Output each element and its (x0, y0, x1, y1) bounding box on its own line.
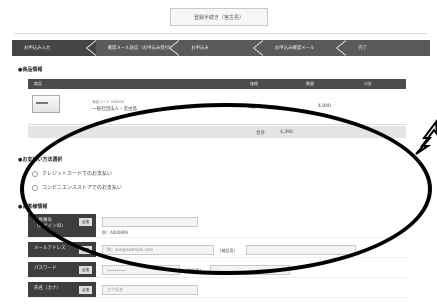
customer-heading-text: ●お客様情報 (18, 204, 48, 210)
password-confirm-field[interactable] (210, 265, 290, 275)
email-field[interactable]: 例：xxx@example.com (102, 245, 214, 255)
customer-heading: ●お客様情報 (18, 203, 47, 210)
step-3: お申込み (179, 40, 263, 56)
step-5: 完了 (346, 40, 430, 56)
step-4: お申込み確認メール (263, 40, 347, 56)
total-label: 合計 (256, 131, 265, 136)
col-product: 商品 (34, 81, 42, 86)
product-code: 商品コード 000000 (92, 100, 124, 104)
step-1-label: お申込み入力 (24, 46, 51, 51)
step-5-label: 完了 (358, 46, 368, 51)
member-no-hint: 例：A000896 (102, 230, 129, 235)
step-3-label: お申込み (191, 46, 209, 51)
col-qty: 数量 (306, 81, 314, 86)
name-label: 氏名（カナ） 必須 (28, 282, 96, 297)
products-heading-text: ●商品情報 (18, 67, 43, 73)
payment-heading: ●お支払い方法選択 (18, 156, 62, 163)
email-confirm-field[interactable] (246, 245, 356, 255)
name-label-text: 氏名（カナ） (34, 286, 61, 291)
form-row-password: パスワード 必須 •••••••• (確認用) (28, 262, 406, 278)
payment-option-convenience[interactable]: コンビニエンスストアでのお支払い (32, 184, 122, 191)
products-heading: ●商品情報 (18, 66, 42, 73)
step-4-label: お申込み確認メール (274, 46, 315, 51)
required-badge: 必須 (79, 218, 92, 226)
page-title-text: 登録手続き（宮古島） (193, 14, 244, 21)
form-row-email: メールアドレス 必須 例：xxx@example.com (確認用) (28, 242, 406, 258)
email-confirm-label: (確認用) (220, 248, 236, 253)
email-label-text: メールアドレス (34, 246, 66, 251)
required-badge: 必須 (79, 246, 92, 254)
table-row: 商品コード 000000 一般社団法人・宮古島 4,840 1個 4,840 (28, 89, 406, 125)
progress-steps: お申込み入力 確認メール送信（お申込み受付） お申込み お申込み確認メール 完了 (12, 40, 430, 56)
password-field[interactable]: •••••••• (102, 265, 180, 275)
member-no-input[interactable] (102, 217, 198, 227)
col-price: 価格 (250, 81, 258, 86)
step-2: 確認メール送信（お申込み受付） (96, 40, 180, 56)
radio-convenience[interactable] (32, 184, 38, 191)
email-label: メールアドレス 必須 (28, 242, 96, 257)
step-1: お申込み入力 (12, 40, 96, 56)
products-table-header: 商品 価格 数量 小計 (28, 79, 406, 89)
step-2-label: 確認メール送信（お申込み受付） (107, 46, 174, 51)
required-badge: 必須 (79, 286, 92, 294)
col-subtotal: 小計 (364, 81, 372, 86)
form-row-member-no: 会員番号 （ログインID） 必須 例：A000896 (28, 214, 406, 238)
total-value: 4,390 (280, 130, 293, 135)
password-confirm-label: (確認用) (186, 268, 202, 273)
product-price: 4,840 (208, 104, 221, 109)
form-row-name: 氏名（カナ） 必須 カナ氏名 (28, 282, 406, 298)
name-value: カナ氏名 (107, 287, 123, 292)
password-label: パスワード 必須 (28, 262, 96, 277)
total-row: 合計 4,390 (28, 126, 406, 138)
highlight-arrow-icon (415, 119, 437, 155)
header-divider (14, 33, 427, 34)
product-qty: 1個 (248, 105, 256, 110)
member-no-label: 会員番号 （ログインID） 必須 (28, 214, 96, 237)
payment-option-credit-label: クレジットカードでのお支払い (42, 171, 113, 177)
payment-option-credit[interactable]: クレジットカードでのお支払い (32, 170, 112, 177)
member-no-label-text: 会員番号 （ログインID） (34, 218, 66, 229)
name-field[interactable]: カナ氏名 (102, 285, 198, 295)
product-subtotal: 4,840 (318, 104, 331, 109)
page-title: 登録手続き（宮古島） (170, 8, 268, 26)
product-thumbnail (32, 95, 60, 113)
radio-credit[interactable] (32, 170, 38, 177)
payment-option-convenience-label: コンビニエンスストアでのお支払い (42, 185, 122, 191)
payment-heading-text: ●お支払い方法選択 (18, 157, 63, 163)
password-value: •••••••• (107, 267, 126, 273)
product-name: 一般社団法人・宮古島 (92, 107, 137, 112)
required-badge: 必須 (79, 266, 92, 274)
email-placeholder: 例：xxx@example.com (107, 247, 154, 252)
password-label-text: パスワード (34, 266, 57, 271)
